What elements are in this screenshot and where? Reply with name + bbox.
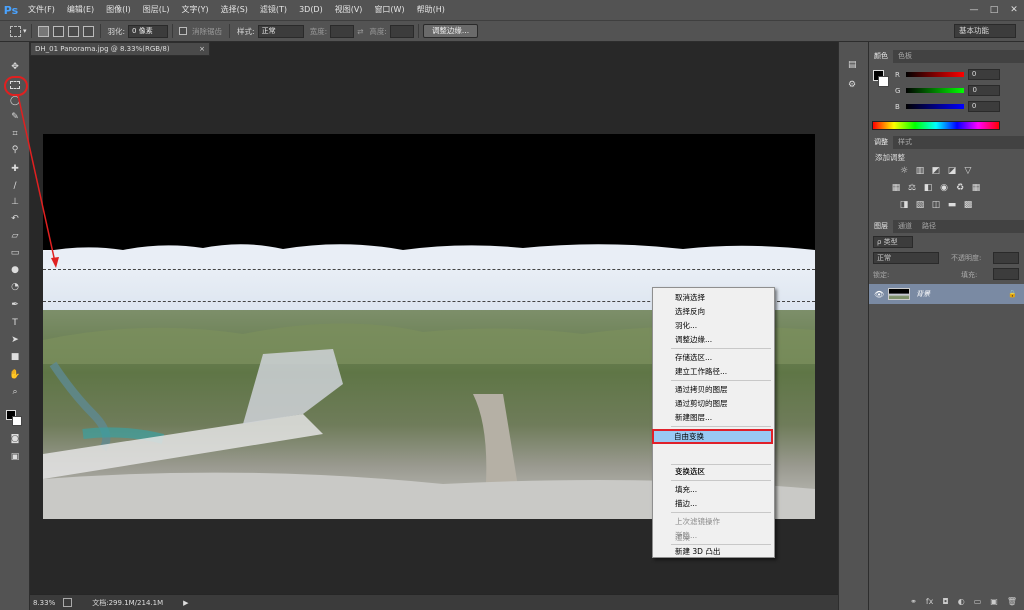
adjustments-panel-tabs: 调整 样式 [869, 136, 1024, 149]
color-lookup-icon[interactable]: ▦ [971, 183, 981, 193]
green-value[interactable]: 0 [968, 85, 1001, 96]
tab-color[interactable]: 颜色 [869, 50, 893, 63]
bw-icon[interactable]: ◧ [923, 183, 933, 193]
layer-thumbnail [888, 288, 911, 300]
color-panel-tabs: 颜色 色板 [869, 50, 1024, 63]
layer-row-background[interactable]: 👁 背景 🔒 [869, 284, 1024, 304]
lock-icon: 🔒 [1008, 290, 1017, 298]
hue-sat-icon[interactable]: ▦ [891, 183, 901, 193]
color-balance-icon[interactable]: ⚖ [907, 183, 917, 193]
panel-icon-strip: ▤ ⚙ [838, 42, 868, 610]
ctx-transform-selection[interactable]: 变换选区 [675, 466, 705, 477]
photo-filter-icon[interactable]: ◉ [939, 183, 949, 193]
exposure-icon[interactable]: ◪ [947, 166, 957, 176]
brightness-icon[interactable]: ☼ [899, 166, 909, 176]
blue-label: B [895, 102, 900, 111]
zoom-level[interactable]: 8.33% [33, 599, 55, 607]
opacity-label: 不透明度: [951, 254, 982, 262]
layers-footer: ⚭ fx ◘ ◐ ▭ ▣ 🗑 [869, 592, 1024, 610]
blue-value[interactable]: 0 [967, 101, 1000, 112]
ctx-make-work-path[interactable]: 建立工作路径... [675, 366, 727, 377]
layers-panel-tabs: 图层 通道 路径 [869, 220, 1024, 233]
ctx-free-transform[interactable]: 自由变换 [674, 431, 704, 442]
tab-styles[interactable]: 样式 [893, 136, 917, 149]
ctx-save-selection[interactable]: 存储选区... [675, 352, 712, 363]
levels-icon[interactable]: ▥ [915, 166, 925, 176]
ctx-last-filter: 上次滤镜操作 [675, 517, 720, 526]
ctx-stroke[interactable]: 描边... [675, 498, 697, 509]
lock-label: 锁定: [873, 271, 890, 279]
status-menu-arrow-icon[interactable]: ▶ [183, 599, 188, 607]
ctx-new-layer[interactable]: 新建图层... [675, 412, 712, 423]
ctx-fill[interactable]: 填充... [675, 484, 697, 495]
ctx-refine-edge[interactable]: 调整边缘... [675, 334, 712, 345]
tab-swatches[interactable]: 色板 [893, 50, 917, 63]
context-menu: 取消选择 选择反向 羽化... 调整边缘... 存储选区... 建立工作路径..… [652, 287, 775, 558]
new-layer-icon[interactable]: ▣ [990, 597, 998, 606]
add-adjustment-title: 添加调整 [875, 153, 905, 162]
layer-name[interactable]: 背景 [916, 289, 930, 299]
channel-mixer-icon[interactable]: ♻ [955, 183, 965, 193]
gradient-map-icon[interactable]: ▬ [947, 200, 957, 210]
curves-icon[interactable]: ◩ [931, 166, 941, 176]
ctx-new-3d-extrusion[interactable]: 新建 3D 凸出 [675, 546, 720, 557]
tab-adjustments[interactable]: 调整 [869, 136, 893, 149]
ctx-layer-via-copy[interactable]: 通过拷贝的图层 [675, 384, 728, 395]
ctx-feather[interactable]: 羽化... [675, 320, 697, 331]
fill-label: 填充: [961, 271, 978, 279]
document-size: 文档:299.1M/214.1M [92, 598, 164, 607]
fx-icon[interactable]: fx [926, 597, 934, 606]
new-group-icon[interactable]: ▭ [974, 597, 982, 606]
invert-icon[interactable]: ◨ [899, 200, 909, 210]
layer-filter-select[interactable]: ρ 类型 [873, 236, 913, 248]
photoshop-window: Ps 文件(F) 编辑(E) 图像(I) 图层(L) 文字(Y) 选择(S) 滤… [0, 0, 1024, 610]
red-slider[interactable]: R 0 [895, 69, 1023, 80]
blend-mode-select[interactable]: 正常 [873, 252, 939, 264]
bg-color-chip[interactable] [878, 76, 889, 87]
green-track[interactable] [906, 88, 965, 93]
new-adjustment-icon[interactable]: ◐ [958, 597, 965, 606]
right-panels: 颜色 色板 R 0 G 0 B 0 调整 样式 添加调整 ☼ ▥ ◩ ◪ ▽ ▦… [868, 42, 1024, 610]
properties-panel-icon[interactable]: ⚙ [848, 80, 856, 90]
tab-paths[interactable]: 路径 [917, 220, 941, 233]
visibility-eye-icon[interactable]: 👁 [874, 290, 884, 299]
green-label: G [895, 86, 901, 95]
color-spectrum[interactable] [872, 121, 1000, 130]
blue-slider[interactable]: B 0 [895, 101, 1023, 112]
ctx-deselect[interactable]: 取消选择 [675, 292, 705, 303]
threshold-icon[interactable]: ◫ [931, 200, 941, 210]
blue-track[interactable] [905, 104, 964, 109]
ctx-render: 渲染 [675, 533, 690, 542]
posterize-icon[interactable]: ▧ [915, 200, 925, 210]
tab-channels[interactable]: 通道 [893, 220, 917, 233]
ctx-select-inverse[interactable]: 选择反向 [675, 306, 705, 317]
red-value[interactable]: 0 [967, 69, 1000, 80]
history-panel-icon[interactable]: ▤ [848, 60, 857, 70]
ctx-layer-via-cut[interactable]: 通过剪切的图层 [675, 398, 728, 409]
opacity-input[interactable] [993, 252, 1019, 264]
selective-color-icon[interactable]: ▩ [963, 200, 973, 210]
green-slider[interactable]: G 0 [895, 85, 1023, 96]
link-layers-icon[interactable]: ⚭ [910, 597, 917, 606]
red-label: R [895, 70, 900, 79]
vibrance-icon[interactable]: ▽ [963, 166, 973, 176]
ctx-free-transform-highlight[interactable]: 自由变换 [652, 429, 773, 444]
status-bar: 8.33% 文档:299.1M/214.1M ▶ [30, 594, 838, 610]
delete-layer-icon[interactable]: 🗑 [1007, 597, 1017, 606]
add-mask-icon[interactable]: ◘ [942, 597, 948, 606]
red-track[interactable] [905, 72, 964, 77]
fill-input[interactable] [993, 268, 1019, 280]
status-info-icon[interactable] [63, 598, 73, 607]
tab-layers[interactable]: 图层 [869, 220, 893, 233]
